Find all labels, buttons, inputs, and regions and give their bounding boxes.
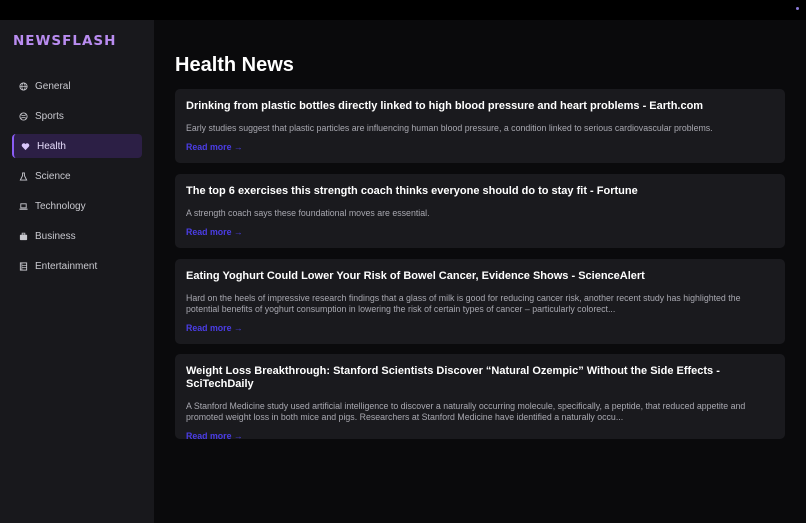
globe-icon <box>19 81 28 91</box>
laptop-icon <box>19 202 28 211</box>
sidebar-item-label: Business <box>35 230 76 242</box>
article-title[interactable]: Drinking from plastic bottles directly l… <box>186 100 774 113</box>
sidebar-item-science[interactable]: Science <box>12 164 142 188</box>
sidebar-item-label: Health <box>37 140 66 152</box>
article-title[interactable]: Weight Loss Breakthrough: Stanford Scien… <box>186 365 774 391</box>
sidebar-item-general[interactable]: General <box>12 74 142 98</box>
article-description: Hard on the heels of impressive research… <box>186 293 741 314</box>
sidebar-item-label: Science <box>35 170 71 182</box>
article-title[interactable]: Eating Yoghurt Could Lower Your Risk of … <box>186 270 774 283</box>
flask-icon <box>19 171 28 181</box>
read-more-link[interactable]: Read more → <box>186 227 243 237</box>
read-more-link[interactable]: Read more → <box>186 431 243 441</box>
read-more-link[interactable]: Read more → <box>186 323 243 333</box>
sidebar-item-technology[interactable]: Technology <box>12 194 142 218</box>
article-description: Early studies suggest that plastic parti… <box>186 123 713 133</box>
article-title[interactable]: The top 6 exercises this strength coach … <box>186 185 774 198</box>
app-logo[interactable]: NEWSFLASH <box>13 33 116 49</box>
sidebar: NEWSFLASH General Sports Health Science <box>0 20 154 523</box>
article-card: Drinking from plastic bottles directly l… <box>175 89 785 163</box>
sidebar-item-label: Sports <box>35 110 64 122</box>
article-card: Weight Loss Breakthrough: Stanford Scien… <box>175 354 785 441</box>
main-content: Health News Drinking from plastic bottle… <box>154 20 806 523</box>
article-card: Eating Yoghurt Could Lower Your Risk of … <box>175 259 785 344</box>
category-nav: General Sports Health Science Technology <box>12 74 142 284</box>
article-description: A Stanford Medicine study used artificia… <box>186 401 746 422</box>
sidebar-item-business[interactable]: Business <box>12 224 142 248</box>
status-dot <box>796 7 799 10</box>
window-top-bar <box>0 0 806 20</box>
sidebar-item-entertainment[interactable]: Entertainment <box>12 254 142 278</box>
sidebar-item-label: Technology <box>35 200 86 212</box>
article-description: A strength coach says these foundational… <box>186 208 430 218</box>
article-card: The top 6 exercises this strength coach … <box>175 174 785 248</box>
sidebar-item-label: General <box>35 80 71 92</box>
sidebar-item-sports[interactable]: Sports <box>12 104 142 128</box>
sidebar-item-health[interactable]: Health <box>12 134 142 158</box>
sidebar-item-label: Entertainment <box>35 260 98 272</box>
film-icon <box>19 261 28 271</box>
heart-icon <box>21 142 30 151</box>
briefcase-icon <box>19 232 28 241</box>
read-more-link[interactable]: Read more → <box>186 142 243 152</box>
page-title: Health News <box>175 54 294 76</box>
ball-icon <box>19 111 28 121</box>
